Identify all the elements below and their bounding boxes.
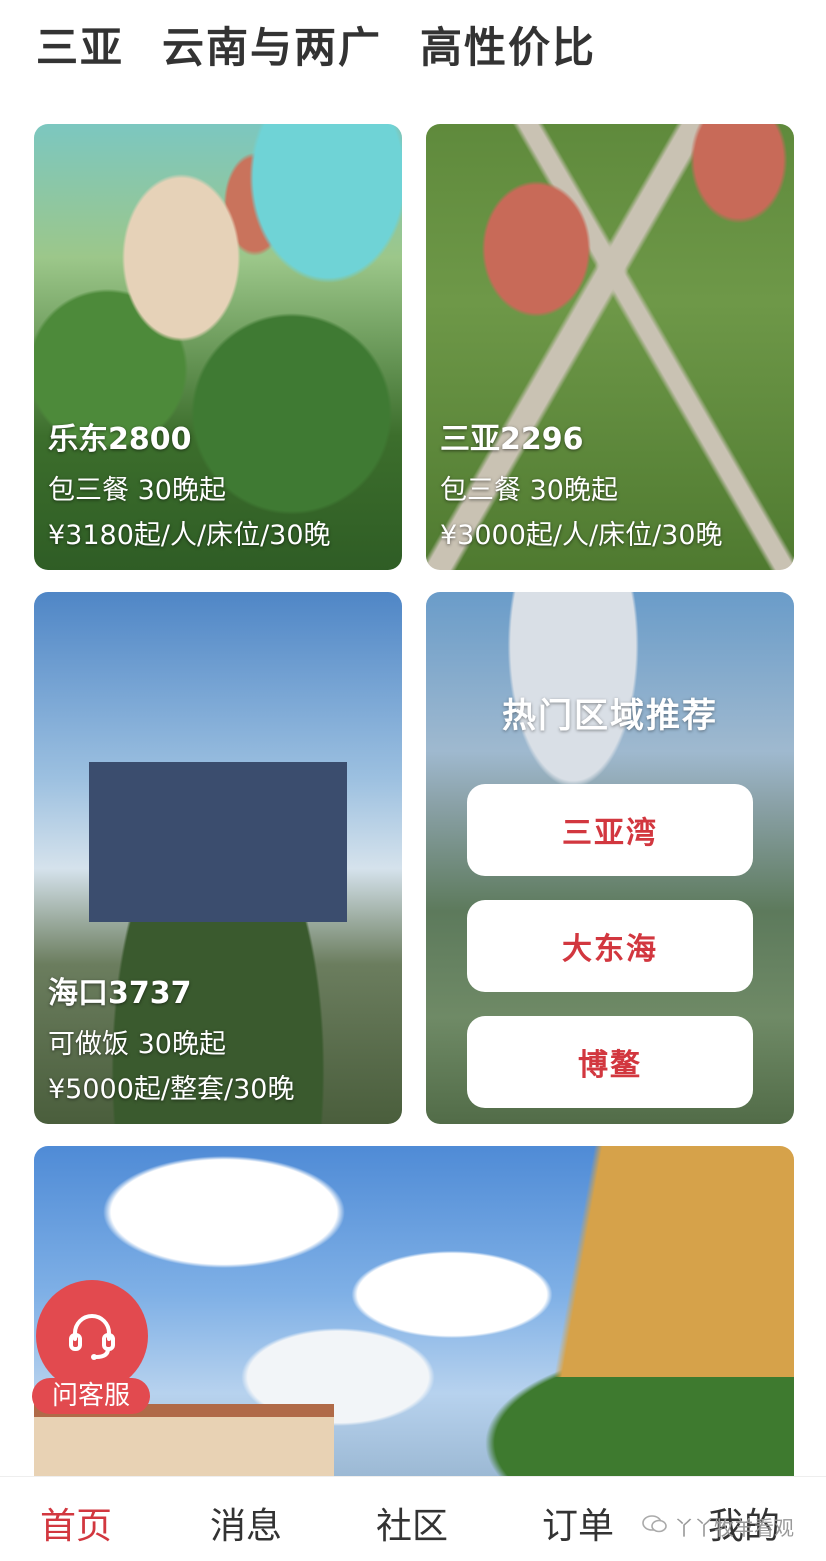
- listing-info: 海口3737 可做饭 30晚起 ¥5000起/整套/30晚: [34, 968, 402, 1124]
- listing-cooking: 可做饭 30晚起: [48, 1029, 226, 1060]
- listing-price: ¥3000起/人/床位/30晚: [440, 520, 723, 551]
- customer-service-button[interactable]: 问客服: [32, 1280, 150, 1420]
- listing-meals: 包三餐 30晚起: [48, 475, 226, 506]
- headset-icon: [36, 1280, 148, 1392]
- listing-title: 海口3737: [48, 976, 192, 1011]
- listing-card-sanya[interactable]: 三亚2296 包三餐 30晚起 ¥3000起/人/床位/30晚: [426, 124, 794, 570]
- hot-regions-card: 热门区域推荐 三亚湾 大东海 博鳌: [426, 592, 794, 1124]
- nav-messages[interactable]: 消息: [210, 1497, 282, 1549]
- nav-community[interactable]: 社区: [376, 1497, 448, 1549]
- listing-title: 乐东2800: [48, 422, 192, 457]
- listing-meals: 包三餐 30晚起: [440, 475, 618, 506]
- nav-orders[interactable]: 订单: [542, 1497, 614, 1549]
- region-button-boao[interactable]: 博鳌: [467, 1016, 753, 1108]
- wechat-icon: [642, 1514, 668, 1539]
- region-button-dadonghai[interactable]: 大东海: [467, 900, 753, 992]
- watermark-text: 丫丫牧羊看观: [674, 1516, 794, 1540]
- tab-value-for-money[interactable]: 高性价比: [420, 14, 596, 75]
- listing-price: ¥3180起/人/床位/30晚: [48, 520, 331, 551]
- nav-home[interactable]: 首页: [40, 1497, 112, 1549]
- hot-regions-title: 热门区域推荐: [502, 696, 718, 736]
- listing-info: 乐东2800 包三餐 30晚起 ¥3180起/人/床位/30晚: [34, 414, 402, 570]
- tab-yunnan-guangdong-guangxi[interactable]: 云南与两广: [162, 14, 382, 75]
- top-tab-bar: 三亚 云南与两广 高性价比: [36, 14, 596, 74]
- listing-price: ¥5000起/整套/30晚: [48, 1074, 295, 1105]
- listing-card-ledong[interactable]: 乐东2800 包三餐 30晚起 ¥3180起/人/床位/30晚: [34, 124, 402, 570]
- tab-sanya[interactable]: 三亚: [36, 14, 124, 75]
- listing-title: 三亚2296: [440, 422, 584, 457]
- watermark: 丫丫牧羊看观: [642, 1512, 794, 1541]
- listing-info: 三亚2296 包三餐 30晚起 ¥3000起/人/床位/30晚: [426, 414, 794, 570]
- region-button-sanya-bay[interactable]: 三亚湾: [467, 784, 753, 876]
- listing-card-haikou[interactable]: 海口3737 可做饭 30晚起 ¥5000起/整套/30晚: [34, 592, 402, 1124]
- customer-service-label: 问客服: [32, 1378, 150, 1414]
